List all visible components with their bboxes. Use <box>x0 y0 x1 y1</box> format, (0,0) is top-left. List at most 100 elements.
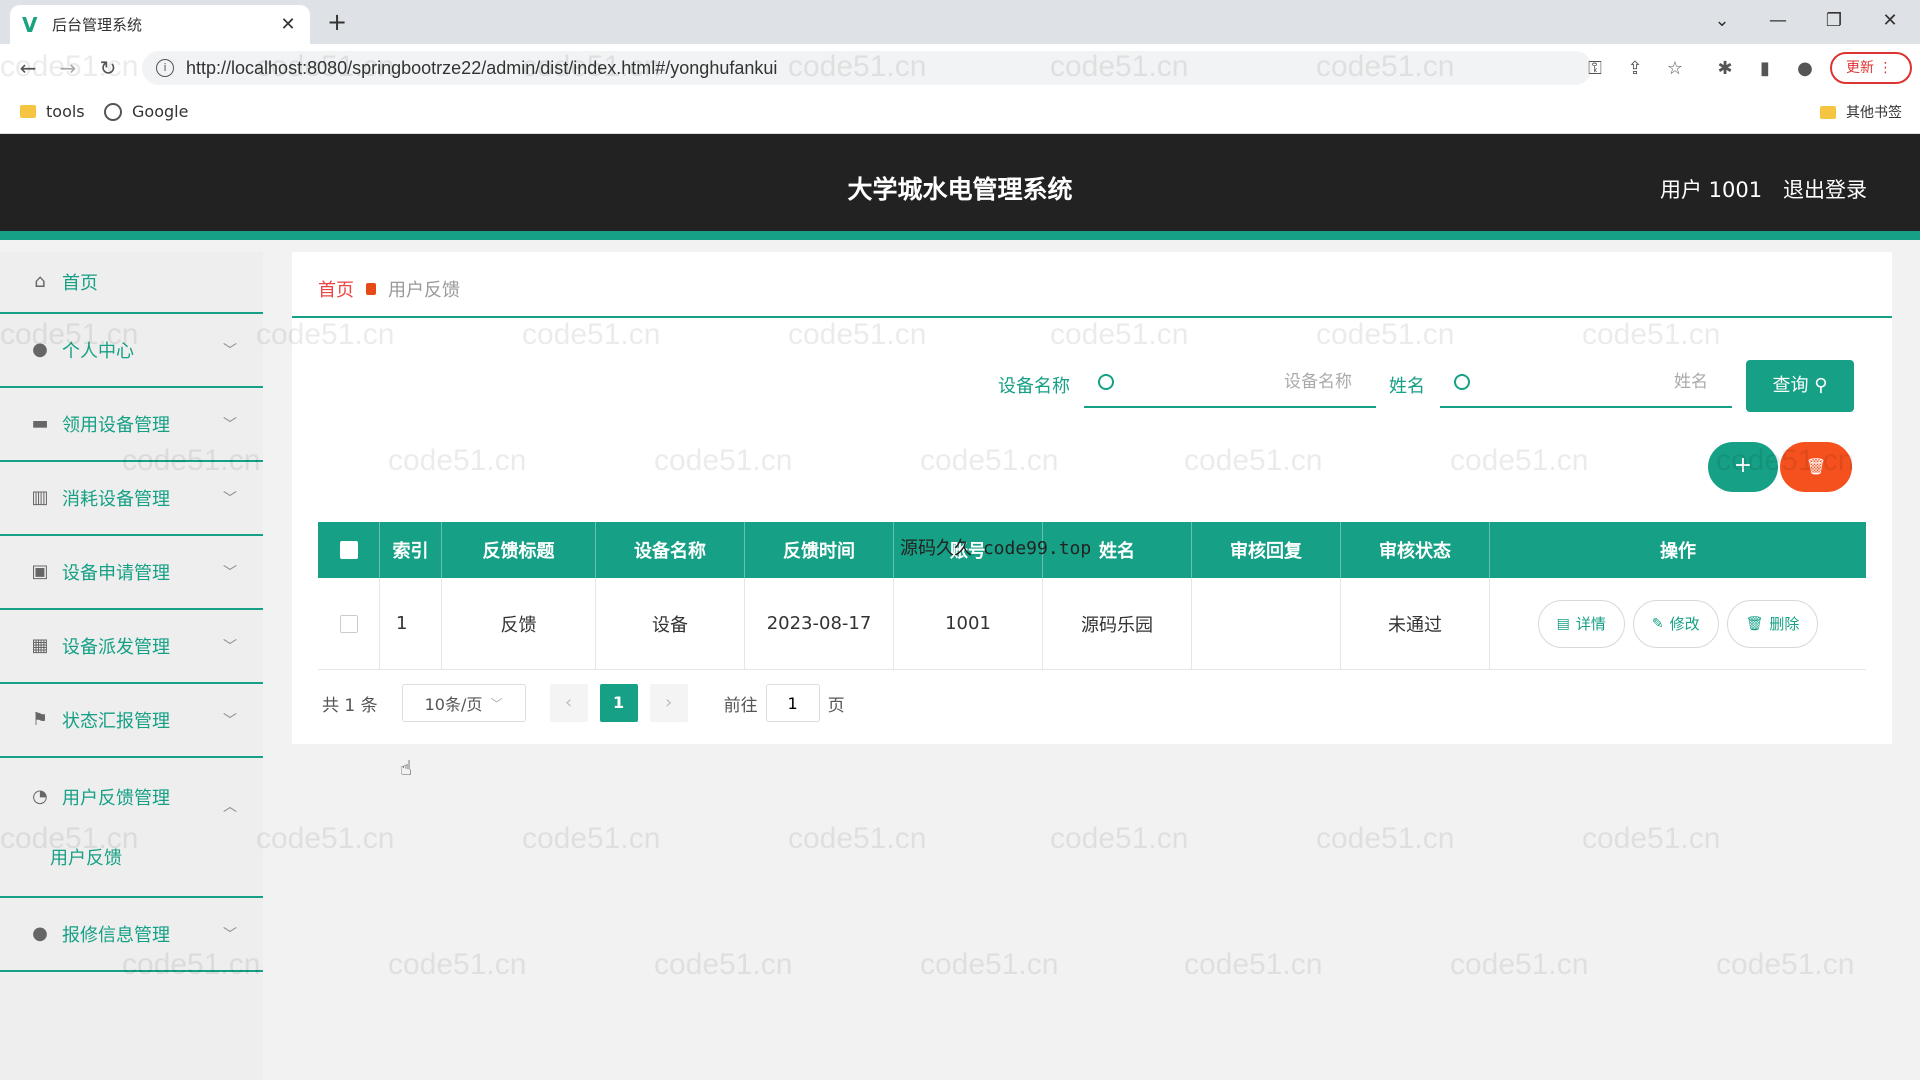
watermark: code51.cn <box>1050 822 1189 855</box>
new-tab-icon[interactable]: + <box>322 8 352 38</box>
cell-time: 2023-08-17 <box>745 578 894 669</box>
address-bar: ← → ↻ i http://localhost:8080/springboot… <box>0 44 1920 92</box>
bookmark-google[interactable]: Google <box>104 102 188 121</box>
update-label: 更新 <box>1846 60 1874 76</box>
column-header: 反馈标题 <box>442 522 596 578</box>
close-icon[interactable]: ✕ <box>278 14 298 35</box>
search-icon <box>1098 374 1114 390</box>
current-user: 用户 1001 <box>1660 178 1763 202</box>
breadcrumb: 首页 用户反馈 <box>318 276 460 302</box>
window-close-icon[interactable]: ✕ <box>1870 8 1910 34</box>
column-header: 设备名称 <box>596 522 745 578</box>
url-bar[interactable]: i http://localhost:8080/springbootrze22/… <box>142 51 1592 85</box>
cell-title: 反馈 <box>442 578 596 669</box>
sidebar-subitem-user-feedback[interactable]: 用户反馈 <box>50 844 263 870</box>
star-icon[interactable]: ☆ <box>1662 56 1688 82</box>
table-body: 1 反馈 设备 2023-08-17 1001 源码乐园 未通过 ▤ 详情 ✎ 修改… <box>318 578 1866 670</box>
sidebar-item-device-dispatch[interactable]: ▦ 设备派发管理 ﹀ <box>0 610 263 684</box>
select-all-checkbox[interactable] <box>339 541 358 559</box>
sidebar-item-consumable-devices[interactable]: ▥ 消耗设备管理 ﹀ <box>0 462 263 536</box>
edit-label: 修改 <box>1669 615 1700 633</box>
document-icon: ▤ <box>1556 615 1570 632</box>
flag-icon: ⚑ <box>31 709 49 730</box>
sidebar-item-label: 设备申请管理 <box>62 563 170 584</box>
pagination: 共 1 条 10条/页 ﹀ ‹ 1 › 前往 页 <box>322 684 845 722</box>
chevron-down-icon: ﹀ <box>223 565 237 581</box>
bookmark-tools[interactable]: tools <box>20 102 85 121</box>
pencil-icon: ✎ <box>1651 615 1664 632</box>
name-search <box>1440 358 1732 408</box>
trash-icon: 🗑 <box>1745 615 1764 632</box>
sidebar: ⌂ 首页 ● 个人中心 ﹀ ▬ 领用设备管理 ﹀ ▥ 消耗设备管理 ﹀ ▣ 设备… <box>0 252 263 1080</box>
sidebar-item-label: 首页 <box>62 273 98 294</box>
minimize-icon[interactable]: — <box>1758 8 1798 34</box>
column-header: 审核状态 <box>1341 522 1490 578</box>
table-row: 1 反馈 设备 2023-08-17 1001 源码乐园 未通过 ▤ 详情 ✎ 修改… <box>318 578 1866 670</box>
key-icon[interactable]: ⚿ <box>1582 56 1608 82</box>
feedback-table: 索引 反馈标题 设备名称 反馈时间 账号 姓名 审核回复 审核状态 操作 源码久… <box>318 522 1866 670</box>
main-panel: 首页 用户反馈 设备名称 姓名 查询 ⚲ + 🗑 索引 反馈标题 设备名称 反馈… <box>292 252 1892 744</box>
name-input[interactable] <box>1470 372 1732 392</box>
app-title: 大学城水电管理系统 <box>847 175 1073 204</box>
watermark: code51.cn <box>654 948 793 981</box>
goto-page-input[interactable] <box>765 684 820 722</box>
profile-icon[interactable]: ● <box>1792 56 1818 82</box>
column-header: 索引 <box>380 522 442 578</box>
info-icon[interactable]: i <box>156 59 174 77</box>
breadcrumb-home[interactable]: 首页 <box>318 276 354 302</box>
sidepanel-icon[interactable]: ▮ <box>1752 56 1778 82</box>
share-icon[interactable]: ⇪ <box>1622 56 1648 82</box>
browser-tab[interactable]: V 后台管理系统 ✕ <box>10 5 310 44</box>
edit-button[interactable]: ✎ 修改 <box>1632 599 1719 648</box>
batch-delete-button[interactable]: 🗑 <box>1780 442 1852 492</box>
page-suffix-label: 页 <box>827 695 845 716</box>
page-size-select[interactable]: 10条/页 ﹀ <box>401 684 526 722</box>
watermark: code51.cn <box>256 822 395 855</box>
next-page-button[interactable]: › <box>649 684 688 722</box>
watermark: code51.cn <box>522 822 661 855</box>
tab-search-icon[interactable]: ⌄ <box>1702 8 1742 34</box>
chevron-down-icon: ﹀ <box>223 343 237 359</box>
sidebar-item-device-applications[interactable]: ▣ 设备申请管理 ﹀ <box>0 536 263 610</box>
extensions-icon[interactable]: ✱ <box>1712 56 1738 82</box>
back-icon[interactable]: ← <box>14 54 42 82</box>
update-button[interactable]: 更新 ⋮ <box>1830 52 1912 84</box>
sidebar-item-borrow-devices[interactable]: ▬ 领用设备管理 ﹀ <box>0 388 263 462</box>
sidebar-item-status-reports[interactable]: ⚑ 状态汇报管理 ﹀ <box>0 684 263 758</box>
row-checkbox[interactable] <box>339 614 358 633</box>
restore-icon[interactable]: ❐ <box>1814 8 1854 34</box>
name-label: 姓名 <box>1389 376 1425 397</box>
forward-icon[interactable]: → <box>54 54 82 82</box>
logout-link[interactable]: 退出登录 <box>1783 174 1867 204</box>
bookmarks-bar: tools Google 其他书签 <box>0 92 1920 134</box>
chevron-down-icon: ﹀ <box>490 696 503 711</box>
chevron-up-icon: ︿ <box>223 799 237 815</box>
add-button[interactable]: + <box>1708 442 1778 492</box>
cell-status: 未通过 <box>1341 578 1490 669</box>
column-header: 账号 <box>894 522 1043 578</box>
row-select-cell <box>318 578 380 669</box>
sidebar-item-feedback[interactable]: ◔ 用户反馈管理 ︿ 用户反馈 <box>0 758 263 898</box>
reload-icon[interactable]: ↻ <box>94 54 122 82</box>
sidebar-item-repairs[interactable]: ● 报修信息管理 ﹀ <box>0 898 263 972</box>
sidebar-item-label: 报修信息管理 <box>62 925 170 946</box>
sidebar-item-profile[interactable]: ● 个人中心 ﹀ <box>0 314 263 388</box>
chevron-down-icon: ﹀ <box>223 927 237 943</box>
detail-button[interactable]: ▤ 详情 <box>1537 599 1625 648</box>
other-bookmarks-label: 其他书签 <box>1846 105 1902 121</box>
watermark: code51.cn <box>1582 822 1721 855</box>
pagination-total: 共 1 条 <box>322 695 378 716</box>
other-bookmarks[interactable]: 其他书签 <box>1820 102 1902 122</box>
page-number-button[interactable]: 1 <box>599 684 638 722</box>
watermark: code51.cn <box>388 948 527 981</box>
sidebar-item-label: 消耗设备管理 <box>62 489 170 510</box>
chevron-down-icon: ﹀ <box>223 417 237 433</box>
sidebar-item-home[interactable]: ⌂ 首页 <box>0 252 263 314</box>
prev-page-button[interactable]: ‹ <box>549 684 588 722</box>
delete-button[interactable]: 🗑 删除 <box>1726 599 1819 648</box>
table-header: 索引 反馈标题 设备名称 反馈时间 账号 姓名 审核回复 审核状态 操作 <box>318 522 1866 578</box>
bookmark-label: tools <box>46 102 85 121</box>
query-button[interactable]: 查询 ⚲ <box>1746 360 1854 412</box>
device-name-input[interactable] <box>1114 372 1376 392</box>
monitor-icon: ▬ <box>31 413 49 434</box>
